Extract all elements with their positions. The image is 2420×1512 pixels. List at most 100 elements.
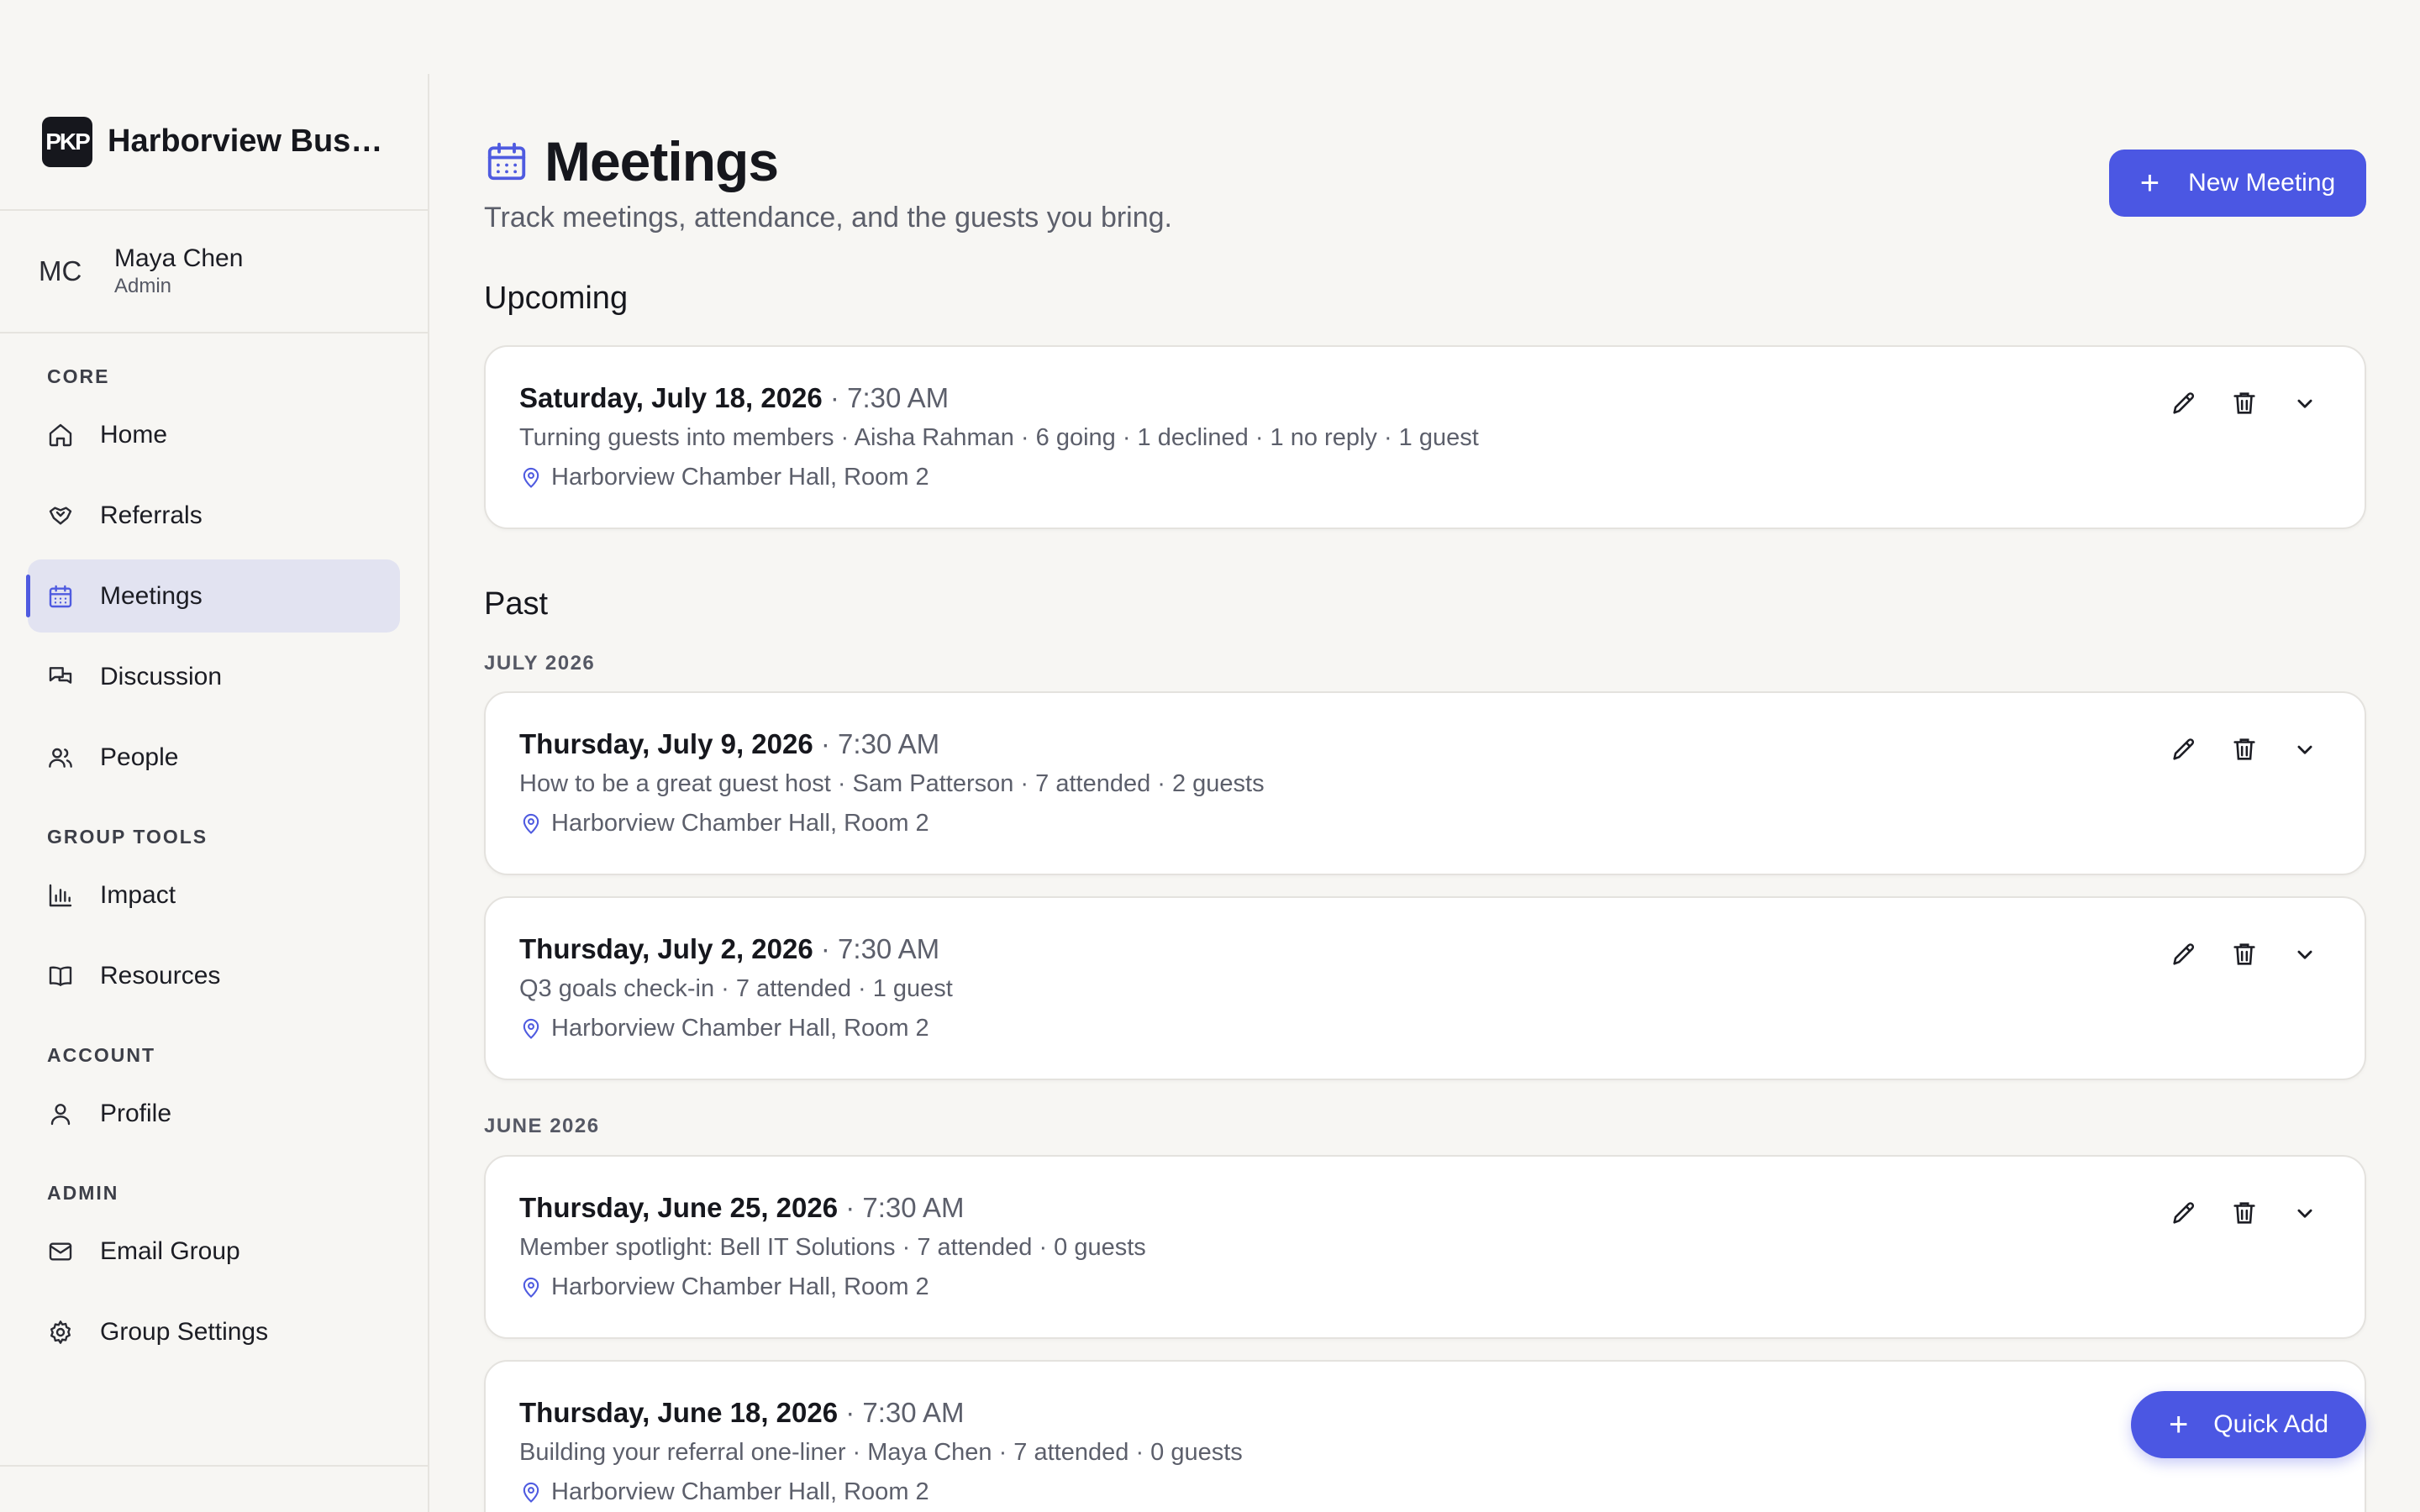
chevron-down-icon [2297, 950, 2312, 959]
main-content: Meetings Track meetings, attendance, and… [484, 0, 2366, 1512]
delete-button[interactable] [2230, 389, 2259, 417]
sidebar-item-resources[interactable]: Resources [28, 939, 400, 1012]
avatar: MC [39, 255, 82, 286]
chat-icon [47, 664, 74, 690]
expand-button[interactable] [2291, 1199, 2319, 1227]
user-name: Maya Chen [114, 244, 244, 272]
sidebar-item-label: Profile [100, 1099, 172, 1127]
calendar-icon [487, 142, 526, 181]
nav-section-core: CORE [47, 365, 110, 387]
meeting-card[interactable]: Thursday, July 9, 2026 · 7:30 AM How to … [484, 691, 2366, 875]
meeting-time: · 7:30 AM [838, 1397, 965, 1428]
meeting-location: Harborview Chamber Hall, Room 2 [551, 810, 929, 837]
meeting-time: · 7:30 AM [813, 728, 940, 759]
meeting-location: Harborview Chamber Hall, Room 2 [551, 1015, 929, 1042]
trash-icon [2233, 392, 2255, 414]
quick-add-button[interactable]: + Quick Add [2131, 1391, 2366, 1458]
sidebar-footer [0, 1465, 428, 1512]
meeting-card[interactable]: Thursday, June 25, 2026 · 7:30 AM Member… [484, 1155, 2366, 1339]
meeting-time: · 7:30 AM [813, 933, 940, 964]
map-pin-icon [523, 813, 539, 834]
delete-button[interactable] [2230, 1199, 2259, 1227]
meeting-date: Thursday, July 2, 2026 [519, 933, 813, 964]
user-role: Admin [114, 275, 172, 297]
sidebar-item-referrals[interactable]: Referrals [28, 479, 400, 552]
trash-icon [2233, 1202, 2255, 1224]
edit-button[interactable] [2170, 735, 2198, 764]
pencil-icon [2173, 1202, 2195, 1224]
page-header: Meetings Track meetings, attendance, and… [484, 129, 2366, 234]
sidebar: PKP Harborview Business Network MC Maya … [0, 74, 429, 1512]
people-icon [47, 744, 74, 771]
brand-name: Harborview Business Network [108, 123, 385, 159]
meeting-date: Thursday, June 25, 2026 [519, 1192, 839, 1223]
meeting-date: Saturday, July 18, 2026 [519, 382, 823, 413]
expand-button[interactable] [2291, 735, 2319, 764]
meeting-card[interactable]: Saturday, July 18, 2026 · 7:30 AM Turnin… [484, 345, 2366, 529]
meeting-details: Q3 goals check-in · 7 attended · 1 guest [519, 975, 953, 1002]
chevron-down-icon [2297, 1209, 2312, 1218]
sidebar-item-label: Home [100, 420, 168, 449]
meeting-details: Member spotlight: Bell IT Solutions · 7 … [519, 1234, 1146, 1261]
map-pin-icon [523, 1277, 539, 1298]
upcoming-heading: Upcoming [484, 281, 629, 316]
pencil-icon [2173, 738, 2195, 760]
edit-button[interactable] [2170, 1199, 2198, 1227]
page-subtitle: Track meetings, attendance, and the gues… [484, 202, 1173, 234]
sidebar-item-home[interactable]: Home [28, 398, 400, 471]
meeting-time: · 7:30 AM [838, 1192, 965, 1223]
expand-button[interactable] [2291, 940, 2319, 969]
brand-logo: PKP [42, 116, 92, 167]
gear-icon [47, 1319, 74, 1346]
sidebar-item-people[interactable]: People [28, 721, 400, 794]
new-meeting-button[interactable]: + New Meeting [2109, 150, 2366, 217]
sidebar-item-label: Group Settings [100, 1317, 269, 1346]
month-label: JULY 2026 [484, 652, 596, 675]
plus-icon: + [2168, 1405, 2189, 1443]
chevron-down-icon [2297, 745, 2312, 754]
meeting-time: · 7:30 AM [822, 382, 950, 413]
meeting-details: Building your referral one-liner · Maya … [519, 1439, 1243, 1466]
sidebar-item-impact[interactable]: Impact [28, 858, 400, 932]
page-title: Meetings [544, 130, 779, 192]
delete-button[interactable] [2230, 735, 2259, 764]
new-meeting-label: New Meeting [2188, 169, 2336, 197]
sidebar-item-meetings[interactable]: Meetings [26, 559, 400, 633]
sidebar-item-email-group[interactable]: Email Group [28, 1215, 400, 1288]
brand[interactable]: PKP Harborview Business Network [0, 74, 428, 211]
meeting-card[interactable]: Thursday, July 2, 2026 · 7:30 AM Q3 goal… [484, 896, 2366, 1080]
sidebar-item-label: Meetings [100, 581, 203, 610]
sidebar-item-label: Discussion [100, 662, 223, 690]
expand-button[interactable] [2291, 389, 2319, 417]
nav-section-group-tools: GROUP TOOLS [47, 826, 208, 848]
sidebar-item-profile[interactable]: Profile [28, 1077, 400, 1150]
user-card[interactable]: MC Maya Chen Admin [0, 211, 428, 333]
sidebar-item-label: Impact [100, 880, 176, 909]
sidebar-item-discussion[interactable]: Discussion [28, 640, 400, 713]
home-icon [47, 422, 74, 449]
chevron-down-icon [2297, 399, 2312, 408]
meeting-details: How to be a great guest host · Sam Patte… [519, 770, 1265, 797]
delete-button[interactable] [2230, 940, 2259, 969]
map-pin-icon [523, 1018, 539, 1039]
mail-icon [47, 1238, 74, 1265]
edit-button[interactable] [2170, 389, 2198, 417]
edit-button[interactable] [2170, 940, 2198, 969]
past-heading: Past [484, 586, 549, 622]
handshake-icon [47, 502, 74, 529]
meeting-details: Turning guests into members · Aisha Rahm… [519, 424, 1479, 451]
pencil-icon [2173, 943, 2195, 965]
trash-icon [2233, 738, 2255, 760]
map-pin-icon [523, 467, 539, 488]
meeting-date: Thursday, June 18, 2026 [519, 1397, 839, 1428]
meeting-date: Thursday, July 9, 2026 [519, 728, 813, 759]
sidebar-item-label: Email Group [100, 1236, 240, 1265]
calendar-icon [47, 583, 74, 610]
meeting-card[interactable]: Thursday, June 18, 2026 · 7:30 AM Buildi… [484, 1360, 2366, 1512]
quick-add-label: Quick Add [2213, 1410, 2329, 1438]
meeting-location: Harborview Chamber Hall, Room 2 [551, 464, 929, 491]
pencil-icon [2173, 392, 2195, 414]
book-icon [47, 963, 74, 990]
sidebar-item-group-settings[interactable]: Group Settings [28, 1295, 400, 1368]
plus-icon: + [2139, 164, 2160, 202]
